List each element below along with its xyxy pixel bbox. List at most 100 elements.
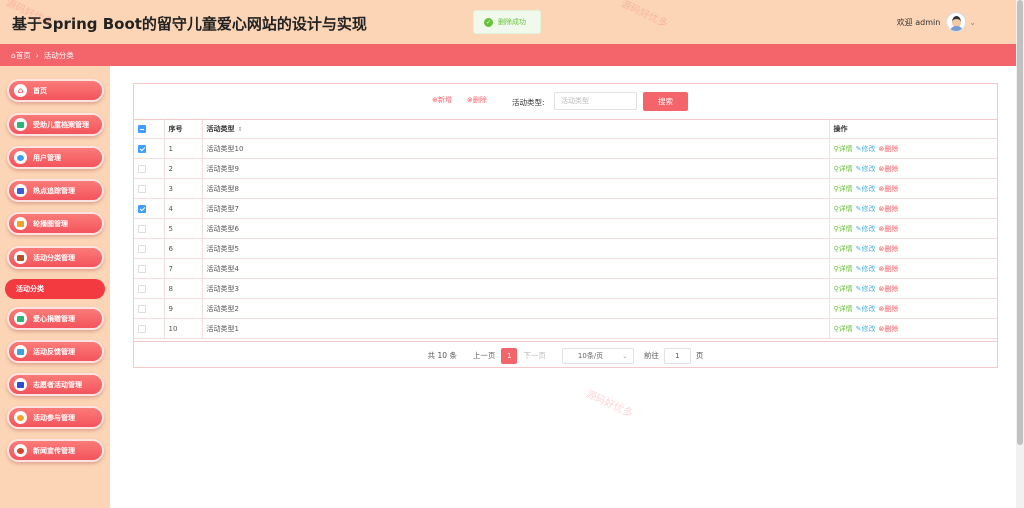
sidebar-item-child-archive[interactable]: 受助儿童档案管理 bbox=[7, 113, 104, 136]
toolbar: ⊕新增 ⊗删除 活动类型: 搜索 bbox=[134, 84, 997, 118]
delete-button[interactable]: ⊗删除 bbox=[879, 145, 899, 153]
delete-button[interactable]: ⊗删除 bbox=[879, 165, 899, 173]
goto-label: 前往 bbox=[643, 351, 659, 360]
detail-button[interactable]: ⚲详情 bbox=[834, 285, 853, 293]
detail-button[interactable]: ⚲详情 bbox=[834, 245, 853, 253]
detail-button[interactable]: ⚲详情 bbox=[834, 185, 853, 193]
delete-button[interactable]: ⊗删除 bbox=[879, 265, 899, 273]
row-checkbox[interactable] bbox=[134, 298, 165, 319]
sidebar-item-feedback[interactable]: 活动反馈管理 bbox=[7, 340, 104, 363]
delete-button[interactable]: ⊗删除 bbox=[879, 325, 899, 333]
carousel-icon bbox=[14, 217, 27, 230]
table-row: 2 活动类型9 ⚲详情 ✎修改 ⊗删除 bbox=[134, 158, 997, 179]
welcome-text: 欢迎 admin bbox=[896, 17, 941, 27]
edit-button[interactable]: ✎修改 bbox=[856, 225, 876, 233]
detail-button[interactable]: ⚲详情 bbox=[834, 225, 853, 233]
row-type: 活动类型4 bbox=[202, 258, 830, 279]
edit-button[interactable]: ✎修改 bbox=[856, 205, 876, 213]
row-no: 7 bbox=[164, 258, 203, 279]
sidebar-item-news[interactable]: 新闻宣传管理 bbox=[7, 439, 104, 462]
row-no: 5 bbox=[164, 218, 203, 239]
detail-button[interactable]: ⚲详情 bbox=[834, 325, 853, 333]
row-no: 10 bbox=[164, 318, 203, 339]
row-checkbox[interactable] bbox=[134, 318, 165, 339]
table-panel: ⊕新增 ⊗删除 活动类型: 搜索 序号 活动类型⇕ 操作 1活动类型10⚲详情✎… bbox=[133, 83, 998, 368]
row-type: 活动类型1 bbox=[202, 318, 830, 339]
row-no: 1 bbox=[164, 138, 203, 159]
user-area[interactable]: 欢迎 admin ⌄ bbox=[897, 12, 976, 32]
edit-button[interactable]: ✎修改 bbox=[856, 145, 876, 153]
page-number-current[interactable]: 1 bbox=[501, 347, 518, 364]
header-type[interactable]: 活动类型 ⇕ bbox=[202, 119, 830, 139]
sidebar-item-carousel[interactable]: 轮播图管理 bbox=[7, 212, 104, 235]
edit-button[interactable]: ✎修改 bbox=[856, 185, 876, 193]
row-type: 活动类型8 bbox=[202, 178, 830, 199]
delete-button[interactable]: ⊗删除 bbox=[879, 285, 899, 293]
sidebar-item-volunteer[interactable]: 志愿者活动管理 bbox=[7, 373, 104, 396]
next-page-button[interactable]: 下一页 bbox=[523, 350, 546, 361]
edit-button[interactable]: ✎修改 bbox=[856, 285, 876, 293]
detail-button[interactable]: ⚲详情 bbox=[834, 205, 853, 213]
search-button[interactable]: 搜索 bbox=[643, 92, 688, 111]
delete-button[interactable]: ⊗删除 bbox=[879, 245, 899, 253]
delete-button[interactable]: ⊗删除 bbox=[879, 225, 899, 233]
edit-button[interactable]: ✎修改 bbox=[856, 305, 876, 313]
prev-page-button[interactable]: 上一页 bbox=[473, 350, 496, 361]
table-row: 9 活动类型2 ⚲详情 ✎修改 ⊗删除 bbox=[134, 298, 997, 319]
row-checkbox[interactable] bbox=[134, 218, 165, 239]
news-icon bbox=[14, 444, 27, 457]
edit-button[interactable]: ✎修改 bbox=[856, 325, 876, 333]
sidebar-item-users[interactable]: 用户管理 bbox=[7, 146, 104, 169]
avatar[interactable] bbox=[946, 12, 967, 32]
select-all-checkbox[interactable] bbox=[134, 119, 165, 139]
sidebar-subitem-activity-category[interactable]: 活动分类 bbox=[5, 279, 105, 299]
detail-button[interactable]: ⚲详情 bbox=[834, 145, 853, 153]
participation-icon bbox=[14, 411, 27, 424]
page-size-select[interactable]: 10条/页 ⌄ bbox=[561, 347, 634, 364]
sort-icon[interactable]: ⇕ bbox=[238, 126, 243, 133]
activity-type-input[interactable] bbox=[554, 92, 637, 110]
chevron-down-icon: ⌄ bbox=[622, 351, 628, 360]
row-checkbox[interactable] bbox=[134, 138, 165, 159]
edit-button[interactable]: ✎修改 bbox=[856, 165, 876, 173]
delete-button[interactable]: ⊗删除 bbox=[879, 205, 899, 213]
folder-icon bbox=[14, 118, 27, 131]
goto-page-input[interactable]: 1 bbox=[663, 347, 691, 364]
row-checkbox[interactable] bbox=[134, 178, 165, 199]
row-checkbox[interactable] bbox=[134, 258, 165, 279]
row-ops: ⚲详情 ✎修改 ⊗删除 bbox=[829, 158, 997, 179]
detail-button[interactable]: ⚲详情 bbox=[834, 265, 853, 273]
sidebar-item-home[interactable]: ⌂ 首页 bbox=[7, 79, 104, 102]
breadcrumb-home[interactable]: 首页 bbox=[16, 50, 31, 61]
row-ops: ⚲详情 ✎修改 ⊗删除 bbox=[829, 178, 997, 199]
data-table: 序号 活动类型 ⇕ 操作 1 活动类型10 ⚲详情 ✎修改 ⊗删除 2 活动类型9 ⚲详情 ✎修改… bbox=[134, 119, 997, 339]
table-row: 1 活动类型10 ⚲详情 ✎修改 ⊗删除 bbox=[134, 138, 997, 159]
batch-delete-button[interactable]: ⊗删除 bbox=[467, 95, 487, 105]
edit-button[interactable]: ✎修改 bbox=[856, 265, 876, 273]
row-checkbox[interactable] bbox=[134, 238, 165, 259]
row-type: 活动类型7 bbox=[202, 198, 830, 219]
row-checkbox[interactable] bbox=[134, 198, 165, 219]
row-no: 2 bbox=[164, 158, 203, 179]
detail-button[interactable]: ⚲详情 bbox=[834, 305, 853, 313]
chevron-down-icon[interactable]: ⌄ bbox=[969, 18, 976, 27]
sidebar-item-participation[interactable]: 活动参与管理 bbox=[7, 406, 104, 429]
delete-button[interactable]: ⊗删除 bbox=[879, 185, 899, 193]
sidebar-item-donation[interactable]: 爱心捐赠管理 bbox=[7, 307, 104, 330]
edit-button[interactable]: ✎修改 bbox=[856, 245, 876, 253]
row-checkbox[interactable] bbox=[134, 278, 165, 299]
row-checkbox[interactable] bbox=[134, 158, 165, 179]
delete-button[interactable]: ⊗删除 bbox=[879, 305, 899, 313]
add-button[interactable]: ⊕新增 bbox=[432, 95, 452, 105]
sidebar-item-hotspot[interactable]: 热点追踪管理 bbox=[7, 179, 104, 202]
main-content: ⊕新增 ⊗删除 活动类型: 搜索 序号 活动类型⇕ 操作 1活动类型10⚲详情✎… bbox=[110, 66, 1016, 508]
row-ops: ⚲详情 ✎修改 ⊗删除 bbox=[829, 258, 997, 279]
breadcrumb: ⌂ 首页 › 活动分类 bbox=[0, 44, 1016, 66]
scrollbar-thumb[interactable] bbox=[1017, 0, 1023, 445]
scrollbar[interactable] bbox=[1016, 0, 1024, 508]
detail-button[interactable]: ⚲详情 bbox=[834, 165, 853, 173]
toast-text: 删除成功 bbox=[498, 18, 526, 26]
category-icon bbox=[14, 251, 27, 264]
row-ops: ⚲详情 ✎修改 ⊗删除 bbox=[829, 298, 997, 319]
sidebar-item-activity-category[interactable]: 活动分类管理 bbox=[7, 246, 104, 269]
